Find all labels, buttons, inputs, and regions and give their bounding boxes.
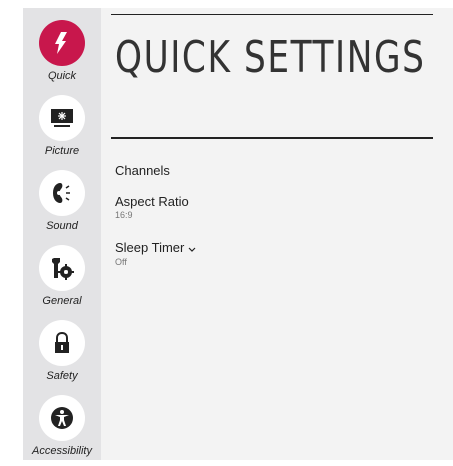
menu-item-channels[interactable]: Channels: [115, 163, 170, 178]
sidebar-item-label: Quick: [47, 70, 77, 82]
chevron-down-icon: [188, 241, 196, 256]
menu-item-value: 16:9: [115, 210, 133, 220]
wrench-gear-icon: [39, 245, 85, 291]
sidebar-item-accessibility[interactable]: Accessibility: [23, 395, 101, 457]
quick-settings-panel: QUICK SETTINGS Channels Aspect Ratio 16:…: [101, 8, 453, 460]
lock-icon: [39, 320, 85, 366]
sidebar-item-general[interactable]: General: [23, 245, 101, 307]
sidebar-item-label: Picture: [44, 145, 80, 157]
sidebar-item-label: Sound: [46, 220, 78, 232]
divider: [111, 137, 433, 139]
sidebar-item-label: General: [42, 295, 82, 307]
lightning-icon: [39, 20, 85, 66]
sidebar-item-safety[interactable]: Safety: [23, 320, 101, 382]
sidebar-item-quick[interactable]: Quick: [23, 20, 101, 82]
menu-item-value: Off: [115, 257, 127, 268]
sidebar-item-sound[interactable]: Sound: [23, 170, 101, 232]
speaker-icon: [39, 170, 85, 216]
menu-item-sleep-timer[interactable]: Sleep Timer Off: [115, 240, 196, 267]
divider: [111, 14, 433, 15]
settings-sidebar: Quick Picture Sound General Safety Acces…: [23, 8, 101, 460]
menu-item-label: Sleep Timer: [115, 240, 185, 255]
menu-item-label: Aspect Ratio: [115, 194, 189, 209]
picture-monitor-icon: [39, 95, 85, 141]
menu-item-label: Channels: [115, 163, 170, 178]
sidebar-item-label: Accessibility: [32, 445, 92, 457]
page-title: QUICK SETTINGS: [115, 32, 426, 83]
sidebar-item-picture[interactable]: Picture: [23, 95, 101, 157]
accessibility-icon: [39, 395, 85, 441]
menu-item-aspect-ratio[interactable]: Aspect Ratio 16:9: [115, 194, 189, 220]
sidebar-item-label: Safety: [46, 370, 78, 382]
